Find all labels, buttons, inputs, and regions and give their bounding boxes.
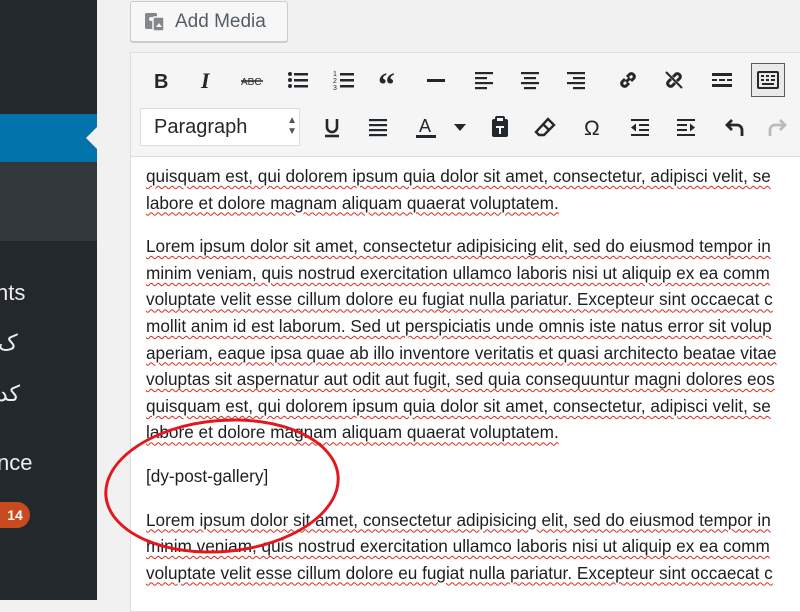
svg-text:ABC: ABC xyxy=(241,77,262,88)
read-more-tag-icon[interactable] xyxy=(705,63,739,97)
sidebar-item-active[interactable] xyxy=(0,114,97,162)
text-line: voluptas sit aspernatur aut odit aut fug… xyxy=(146,369,775,390)
editor-toolbar: B I ABC 123 “ Paragraph ▲ ▼ A Ω xyxy=(131,53,800,157)
color-dropdown-icon[interactable] xyxy=(445,110,475,144)
sidebar-submenu xyxy=(0,158,97,241)
text-line: Lorem ipsum dolor sit amet, consectetur … xyxy=(146,236,771,257)
justify-icon[interactable] xyxy=(361,110,395,144)
text-line: labore et dolore magnam aliquam quaerat … xyxy=(146,422,559,443)
text-line: aperiam, eaque ipsa quae ab illo invento… xyxy=(146,342,777,363)
post-editor: B I ABC 123 “ Paragraph ▲ ▼ A Ω quisquam… xyxy=(130,52,800,612)
media-icon xyxy=(145,12,165,32)
italic-icon[interactable]: I xyxy=(189,63,223,97)
indent-icon[interactable] xyxy=(669,110,703,144)
clear-formatting-icon[interactable] xyxy=(529,110,563,144)
paragraph: Lorem ipsum dolor sit amet, consectetur … xyxy=(146,507,800,587)
text-line: minim veniam, quis nostrud exercitation … xyxy=(146,262,770,283)
text-line: minim veniam, quis nostrud exercitation … xyxy=(146,536,770,557)
underline-icon[interactable] xyxy=(315,110,349,144)
editor-content[interactable]: quisquam est, qui dolorem ipsum quia dol… xyxy=(146,163,800,603)
toolbar-toggle-icon[interactable] xyxy=(751,63,785,97)
text-line: mollit anim id est laborum. Sed ut persp… xyxy=(146,315,772,336)
paste-as-text-icon[interactable] xyxy=(483,110,517,144)
format-select-value: Paragraph xyxy=(154,116,248,138)
numbered-list-icon[interactable]: 123 xyxy=(327,63,361,97)
text-line: labore et dolore magnam aliquam quaerat … xyxy=(146,192,559,213)
svg-text:A: A xyxy=(419,116,431,136)
text-line: voluptate velit esse cillum dolore eu fu… xyxy=(146,562,773,583)
update-count-badge: 14 xyxy=(0,502,30,528)
special-character-icon[interactable]: Ω xyxy=(577,110,611,144)
sidebar-item-label[interactable]: ک xyxy=(0,330,18,356)
redo-icon[interactable] xyxy=(761,110,795,144)
svg-text:I: I xyxy=(200,68,211,92)
outdent-icon[interactable] xyxy=(623,110,657,144)
blockquote-icon[interactable]: “ xyxy=(373,63,407,97)
svg-text:“: “ xyxy=(378,68,395,92)
select-stepper-icon: ▲ ▼ xyxy=(287,115,297,137)
bold-icon[interactable]: B xyxy=(143,63,177,97)
remove-link-icon[interactable] xyxy=(657,63,691,97)
svg-text:B: B xyxy=(154,71,168,92)
paragraph: Lorem ipsum dolor sit amet, consectetur … xyxy=(146,233,800,446)
strikethrough-icon[interactable]: ABC xyxy=(235,63,269,97)
svg-text:3: 3 xyxy=(333,85,337,92)
align-center-icon[interactable] xyxy=(513,63,547,97)
svg-text:2: 2 xyxy=(333,78,337,85)
sidebar-item-label[interactable]: nts xyxy=(0,280,25,306)
align-right-icon[interactable] xyxy=(559,63,593,97)
add-media-button[interactable]: Add Media xyxy=(130,1,288,42)
svg-text:Ω: Ω xyxy=(584,117,600,139)
align-left-icon[interactable] xyxy=(467,63,501,97)
text-color-icon[interactable]: A xyxy=(409,110,443,144)
insert-link-icon[interactable] xyxy=(611,63,645,97)
add-media-label: Add Media xyxy=(175,10,266,32)
sidebar-item-label[interactable]: nce xyxy=(0,450,32,476)
text-line: quisquam est, qui dolorem ipsum quia dol… xyxy=(146,395,771,416)
text-line: Lorem ipsum dolor sit amet, consectetur … xyxy=(146,509,771,530)
horizontal-line-icon[interactable] xyxy=(419,63,453,97)
gallery-shortcode: [dy-post-gallery] xyxy=(146,465,269,486)
text-line: quisquam est, qui dolorem ipsum quia dol… xyxy=(146,166,771,186)
svg-text:1: 1 xyxy=(333,71,337,78)
sidebar-item-label[interactable]: کد xyxy=(0,381,20,407)
bulleted-list-icon[interactable] xyxy=(281,63,315,97)
active-indicator-arrow xyxy=(86,127,97,149)
undo-icon[interactable] xyxy=(717,110,751,144)
admin-sidebar: nts ک کد nce 14 xyxy=(0,0,97,600)
paragraph: quisquam est, qui dolorem ipsum quia dol… xyxy=(146,163,800,216)
format-select[interactable]: Paragraph ▲ ▼ xyxy=(140,108,300,146)
text-line: voluptate velit esse cillum dolore eu fu… xyxy=(146,289,773,310)
